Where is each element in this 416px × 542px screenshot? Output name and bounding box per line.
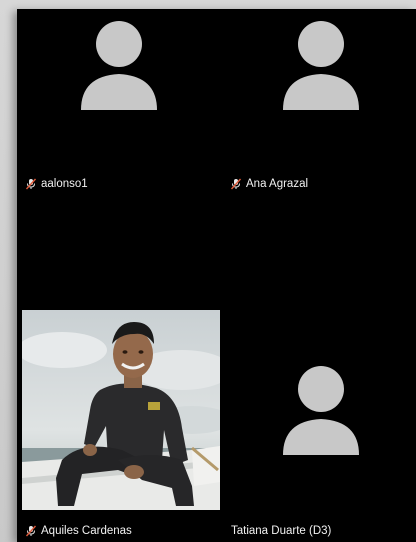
participant-tile-aquiles-cardenas[interactable]: Aquiles Cardenas <box>17 299 220 542</box>
muted-mic-icon <box>230 178 242 190</box>
person-placeholder-icon <box>79 18 159 110</box>
participant-label: Tatiana Duarte (D3) <box>231 525 331 537</box>
participant-video-feed <box>22 310 220 510</box>
device-frame: aalonso1 Ana Agrazal Aquiles Cardenas Ta… <box>0 0 416 542</box>
participant-name: Aquiles Cardenas <box>41 525 132 537</box>
participant-label: Aquiles Cardenas <box>25 525 132 537</box>
participant-label: Ana Agrazal <box>230 178 308 190</box>
person-placeholder-icon <box>281 18 361 110</box>
participant-name: aalonso1 <box>41 178 88 190</box>
muted-mic-icon <box>25 525 37 537</box>
participant-tile-tatiana-duarte[interactable]: Tatiana Duarte (D3) <box>219 299 416 542</box>
participant-name: Tatiana Duarte (D3) <box>231 525 332 537</box>
person-placeholder-icon <box>281 363 361 455</box>
participant-tile-ana-agrazal[interactable]: Ana Agrazal <box>219 9 416 197</box>
video-call-grid: aalonso1 Ana Agrazal Aquiles Cardenas Ta… <box>17 9 416 542</box>
muted-mic-icon <box>25 178 37 190</box>
participant-label: aalonso1 <box>25 178 88 190</box>
participant-tile-aalonso1[interactable]: aalonso1 <box>17 9 219 197</box>
participant-name: Ana Agrazal <box>246 178 309 190</box>
